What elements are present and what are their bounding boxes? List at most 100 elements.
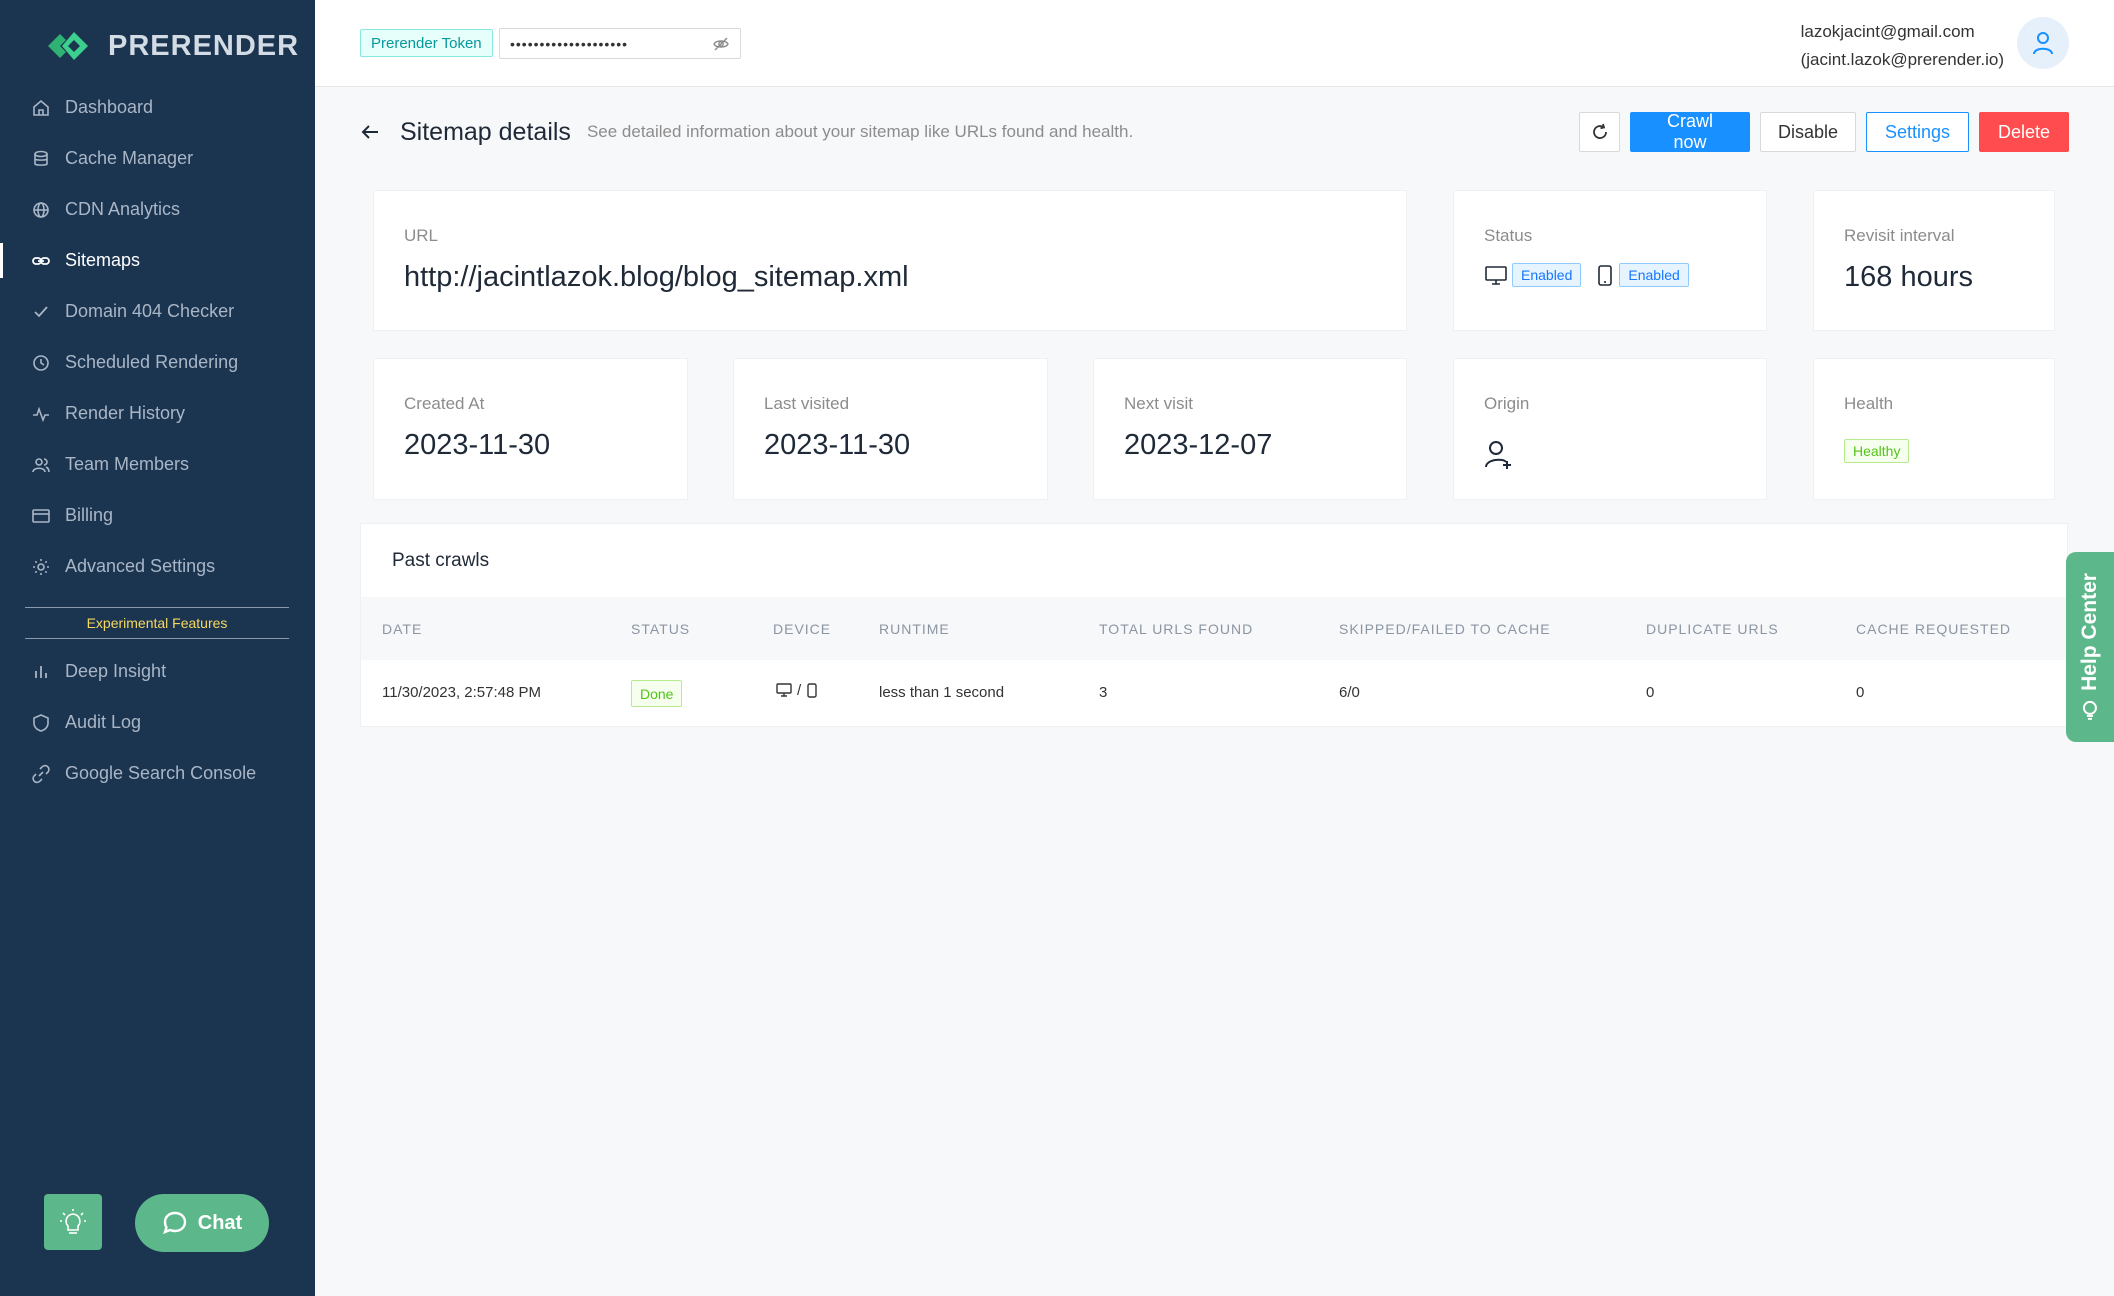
last-visited-value: 2023-11-30 [764,429,911,461]
url-value: http://jacintlazok.blog/blog_sitemap.xml [404,261,909,293]
column-date: DATE [382,621,423,637]
credit-card-icon [30,505,52,527]
user-email: lazokjacint@gmail.com [1800,22,1975,41]
last-visited-card: Last visited 2023-11-30 [733,358,1048,500]
sidebar-item-label: Domain 404 Checker [65,301,235,321]
sidebar-item-team-members[interactable]: Team Members [0,439,315,490]
created-at-card: Created At 2023-11-30 [373,358,688,500]
lightbulb-icon [60,1209,86,1234]
back-arrow-icon[interactable] [358,120,382,144]
sidebar-item-cdn-analytics[interactable]: CDN Analytics [0,184,315,235]
activity-icon [30,403,52,425]
bar-chart-icon [30,661,52,683]
sidebar-item-render-history[interactable]: Render History [0,388,315,439]
link-icon [30,763,52,785]
sidebar-item-label: Google Search Console [65,763,257,783]
page-header: Sitemap details See detailed information… [358,112,1133,152]
delete-button[interactable]: Delete [1979,112,2069,152]
refresh-button[interactable] [1579,112,1620,152]
experimental-nav: Deep Insight Audit Log Google Search Con… [0,646,315,799]
last-visited-label: Last visited [764,394,850,413]
sidebar: PRERENDER Dashboard Cache Manager CDN An… [0,0,315,1296]
status-label: Status [1484,226,1533,245]
settings-button[interactable]: Settings [1866,112,1969,152]
sidebar-item-deep-insight[interactable]: Deep Insight [0,646,315,697]
past-crawls-title: Past crawls [392,550,490,571]
mobile-status-badge: Enabled [1619,263,1689,287]
device-separator: / [797,682,802,699]
column-skipped-failed: SKIPPED/FAILED TO CACHE [1339,621,1551,637]
sidebar-item-label: Billing [65,505,114,525]
sidebar-item-label: CDN Analytics [65,199,181,219]
clock-icon [30,352,52,374]
cell-cache-requested: 0 [1856,684,1865,701]
sidebar-item-dashboard[interactable]: Dashboard [0,82,315,133]
user-add-icon [1485,441,1511,469]
chat-label: Chat [197,1211,243,1234]
next-visit-label: Next visit [1124,394,1193,413]
sidebar-item-billing[interactable]: Billing [0,490,315,541]
status-card: Status Enabled Enabled [1453,190,1767,331]
experimental-features-label: Experimental Features [25,607,289,639]
url-card: URL http://jacintlazok.blog/blog_sitemap… [373,190,1407,331]
revisit-interval-label: Revisit interval [1844,226,1955,245]
desktop-icon [776,683,792,697]
column-total-urls-found: TOTAL URLS FOUND [1099,621,1254,637]
prerender-token-badge: Prerender Token [360,29,493,57]
cell-runtime: less than 1 second [879,684,1005,701]
users-icon [30,454,52,476]
disable-button[interactable]: Disable [1760,112,1856,152]
user-icon [2033,32,2053,55]
origin-label: Origin [1484,394,1530,413]
prerender-token-field[interactable]: •••••••••••••••••••• [499,28,741,59]
gear-icon [30,556,52,578]
sidebar-item-label: Team Members [65,454,190,474]
sidebar-item-domain-404-checker[interactable]: Domain 404 Checker [0,286,315,337]
check-icon [30,301,52,323]
avatar[interactable] [2017,17,2069,69]
shield-icon [30,712,52,734]
chat-bubble-icon [162,1211,186,1235]
sidebar-item-label: Advanced Settings [65,556,216,576]
sidebar-item-audit-log[interactable]: Audit Log [0,697,315,748]
health-card: Health Healthy [1813,358,2055,500]
globe-icon [30,199,52,221]
sidebar-item-label: Sitemaps [65,250,141,270]
help-center-tab[interactable]: Help Center [2066,552,2114,742]
created-at-label: Created At [404,394,485,413]
sidebar-item-advanced-settings[interactable]: Advanced Settings [0,541,315,592]
user-account-info[interactable]: lazokjacint@gmail.com (jacint.lazok@prer… [1801,18,2004,74]
cell-device: / [776,682,818,699]
column-runtime: RUNTIME [879,621,950,637]
table-row[interactable]: 11/30/2023, 2:57:48 PM Done / less than … [361,660,2067,726]
column-cache-requested: CACHE REQUESTED [1856,621,2012,637]
top-bar: Prerender Token •••••••••••••••••••• laz… [315,0,2114,87]
eye-invisible-icon[interactable] [712,35,730,53]
revisit-interval-card: Revisit interval 168 hours [1813,190,2055,331]
health-status-badge: Healthy [1844,439,1910,463]
cell-duplicate-urls: 0 [1646,684,1655,701]
origin-card: Origin [1453,358,1767,500]
cell-total-urls: 3 [1099,684,1108,701]
sidebar-item-cache-manager[interactable]: Cache Manager [0,133,315,184]
desktop-status-badge: Enabled [1512,263,1582,287]
page-actions: Crawl now Disable Settings Delete [1579,111,2069,152]
status-tags: Enabled Enabled [1484,263,1689,287]
idea-button[interactable] [44,1194,102,1250]
chat-button[interactable]: Chat [135,1194,269,1252]
sidebar-item-sitemaps[interactable]: Sitemaps [0,235,315,286]
help-center-inner: Help Center [2078,573,2102,721]
prerender-logo[interactable]: PRERENDER [48,26,299,66]
home-icon [30,97,52,119]
sidebar-item-google-search-console[interactable]: Google Search Console [0,748,315,799]
sidebar-item-label: Cache Manager [65,148,194,168]
sidebar-item-scheduled-rendering[interactable]: Scheduled Rendering [0,337,315,388]
next-visit-card: Next visit 2023-12-07 [1093,358,1407,500]
sidebar-item-label: Render History [65,403,186,423]
link-icon [30,250,52,272]
health-label: Health [1844,394,1894,413]
help-bulb-icon [2083,700,2098,720]
cell-date: 11/30/2023, 2:57:48 PM [382,684,542,701]
sidebar-nav: Dashboard Cache Manager CDN Analytics Si… [0,82,315,592]
crawl-now-button[interactable]: Crawl now [1630,111,1750,152]
